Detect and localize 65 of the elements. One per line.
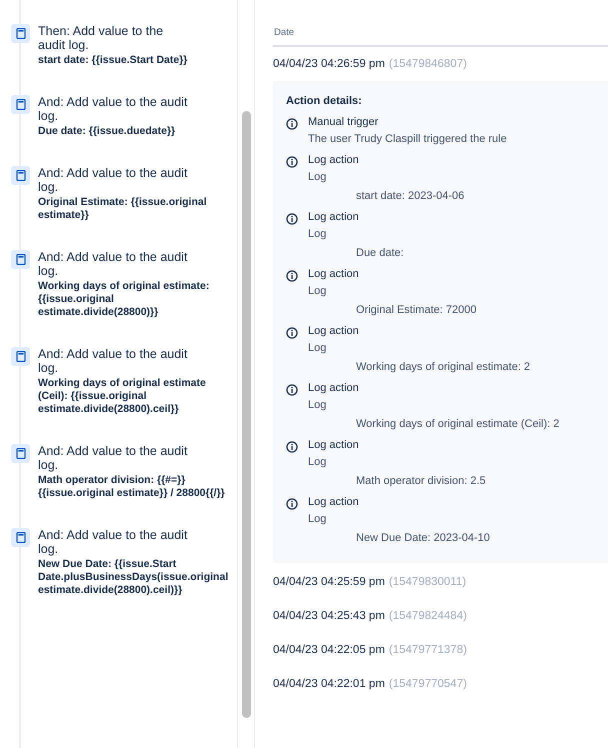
- info-icon: [286, 498, 298, 510]
- log-message: Working days of original estimate (Ceil): 2: [355, 418, 560, 431]
- log-date[interactable]: 04/04/23 04:22:01 pm: [273, 678, 385, 690]
- action-title: Log action: [308, 268, 360, 281]
- step-title[interactable]: And: Add value to the audit log.: [38, 250, 188, 278]
- step-message: Working days of original estimate (Ceil): {{issue.original estimate.divide(28800).ceil}}: [38, 377, 207, 416]
- info-icon: [286, 384, 298, 396]
- log-icon: [11, 95, 30, 114]
- log-date[interactable]: 04/04/23 04:26:59 pm: [273, 58, 385, 70]
- log-id: (15479830011): [388, 576, 466, 588]
- step-message: Working days of original estimate: {{issue.original estimate.divide(28800)}}: [38, 280, 210, 319]
- log-icon: [11, 250, 30, 269]
- action-title: Log action: [308, 382, 360, 395]
- action-detail: Log: [308, 513, 328, 526]
- action-detail: Log: [308, 228, 328, 241]
- action-title: Log action: [308, 439, 360, 452]
- step-message: New Due Date: {{issue.Start Date.plusBusinessDays(issue.original estimate.divide(28800).ceil)}}: [38, 558, 230, 597]
- step-title[interactable]: And: Add value to the audit log.: [38, 347, 188, 375]
- step-title[interactable]: And: Add value to the audit log.: [38, 444, 188, 472]
- action-title: Log action: [308, 496, 360, 509]
- info-icon: [286, 156, 298, 168]
- log-message: start date: 2023-04-06: [355, 190, 464, 203]
- log-date[interactable]: 04/04/23 04:25:43 pm: [273, 610, 385, 622]
- action-detail: Log: [308, 285, 328, 298]
- info-icon: [286, 213, 298, 225]
- log-date[interactable]: 04/04/23 04:22:05 pm: [273, 644, 385, 656]
- log-message: Due date:: [355, 247, 404, 260]
- step-title[interactable]: And: Add value to the audit log.: [38, 166, 188, 194]
- log-message: Original Estimate: 72000: [355, 304, 476, 317]
- step-message: start date: {{issue.Start Date}}: [38, 54, 188, 67]
- step-title[interactable]: Then: Add value to the audit log.: [38, 24, 188, 52]
- log-icon: [11, 166, 30, 185]
- log-id: (15479770547): [388, 678, 467, 690]
- step-message: Due date: {{issue.duedate}}: [38, 125, 176, 138]
- action-detail: Log: [308, 171, 328, 184]
- action-detail: Log: [308, 456, 328, 469]
- action-title: Manual trigger: [308, 116, 380, 129]
- step-message: Math operator division: {{#=}} {{issue.original estimate}} / 28800{{/}}: [38, 474, 226, 500]
- action-title: Log action: [308, 211, 360, 224]
- action-title: Log action: [308, 325, 360, 338]
- log-id: (15479846807): [388, 58, 467, 70]
- details-title: Action details:: [286, 95, 363, 107]
- action-detail: The user Trudy Claspill triggered the rule: [308, 133, 507, 146]
- log-icon: [11, 444, 30, 463]
- step-message: Original Estimate: {{issue.original estimate}}: [38, 196, 208, 222]
- action-detail: Log: [308, 342, 328, 355]
- log-message: New Due Date: 2023-04-10: [355, 532, 490, 545]
- log-id: (15479771378): [388, 644, 467, 656]
- log-date[interactable]: 04/04/23 04:25:59 pm: [273, 576, 385, 588]
- log-message: Working days of original estimate: 2: [355, 361, 530, 374]
- log-icon: [11, 347, 30, 366]
- log-icon: [11, 528, 30, 547]
- step-title[interactable]: And: Add value to the audit log.: [38, 528, 188, 556]
- action-title: Log action: [308, 154, 360, 167]
- log-id: (15479824484): [388, 610, 467, 622]
- step-title[interactable]: And: Add value to the audit log.: [38, 95, 188, 123]
- log-message: Math operator division: 2.5: [355, 475, 486, 488]
- scrollbar[interactable]: [242, 111, 250, 718]
- info-icon: [286, 118, 298, 130]
- info-icon: [286, 270, 298, 282]
- info-icon: [286, 327, 298, 339]
- action-detail: Log: [308, 399, 328, 412]
- column-header: Date: [273, 27, 608, 47]
- info-icon: [286, 441, 298, 453]
- log-icon: [11, 24, 30, 43]
